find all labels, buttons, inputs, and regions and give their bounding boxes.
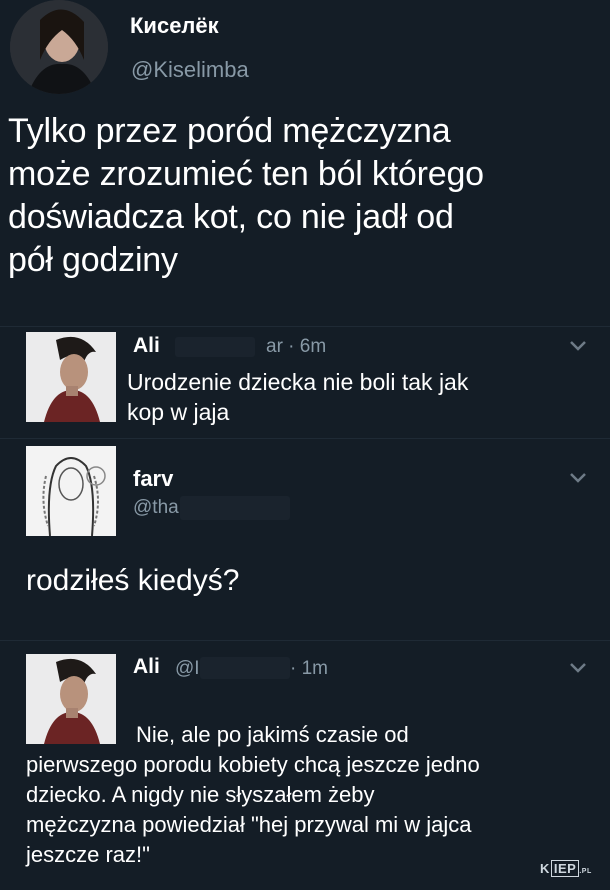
reply-author-handle[interactable]: @tha: [133, 497, 179, 519]
reply-author-name[interactable]: Ali: [133, 655, 160, 679]
redacted-text: [180, 496, 290, 520]
reply-text-line: Urodzenie dziecka nie boli tak jak: [127, 369, 469, 395]
reply-text-line: mężczyzna powiedział "hej przywal mi w j…: [26, 812, 472, 837]
reply-text-line: kop w jaja: [127, 399, 230, 425]
reply-avatar-image: [26, 332, 116, 422]
reply-author-name[interactable]: farv: [133, 466, 173, 492]
watermark-suffix: .PL: [579, 868, 592, 875]
tweet-text: Tylko przez poród mężczyzna może zrozumi…: [8, 110, 603, 282]
reply-meta: ar · 6m: [266, 336, 327, 357]
redacted-handle: [200, 657, 290, 679]
avatar[interactable]: [10, 0, 108, 94]
reply-avatar[interactable]: [26, 446, 116, 536]
watermark-box: IEP: [550, 860, 580, 877]
reply-text-line: Nie, ale po jakimś czasie od: [136, 722, 409, 747]
tweet-text-line: pół godziny: [8, 241, 178, 279]
tweet-text-line: doświadcza kot, co nie jadł od: [8, 198, 454, 236]
reply-avatar-image: [26, 446, 116, 536]
reply-text: Urodzenie dziecka nie boli tak jak kop w…: [127, 367, 587, 427]
chevron-down-icon[interactable]: [568, 338, 588, 356]
divider: [0, 640, 610, 641]
divider: [0, 326, 610, 327]
reply-author-name[interactable]: Ali: [133, 333, 160, 359]
chevron-down-icon[interactable]: [568, 470, 588, 488]
watermark-logo: K IEP .PL: [540, 860, 592, 877]
reply-avatar[interactable]: [26, 332, 116, 422]
redacted-handle: [175, 337, 255, 357]
divider: [0, 438, 610, 439]
reply-text-line: dziecko. A nigdy nie słyszałem żeby: [26, 782, 375, 807]
reply-text-line: pierwszego porodu kobiety chcą jeszcze j…: [26, 752, 480, 777]
watermark-text: K: [540, 861, 550, 876]
reply-author-handle[interactable]: @I: [175, 658, 200, 680]
reply-text: Nie, ale po jakimś czasie od pierwszego …: [26, 720, 606, 870]
tweet-text-line: może zrozumieć ten ból którego: [8, 155, 484, 193]
avatar-image: [10, 0, 108, 94]
chevron-down-icon[interactable]: [568, 660, 588, 678]
reply-text: rodziłeś kiedyś?: [26, 564, 240, 597]
author-handle[interactable]: @Kiselimba: [131, 57, 249, 83]
tweet-text-line: Tylko przez poród mężczyzna: [8, 112, 451, 150]
author-name[interactable]: Киселёк: [130, 13, 219, 39]
reply-text-line: jeszcze raz!": [26, 842, 150, 867]
reply-meta: · 1m: [290, 658, 328, 679]
